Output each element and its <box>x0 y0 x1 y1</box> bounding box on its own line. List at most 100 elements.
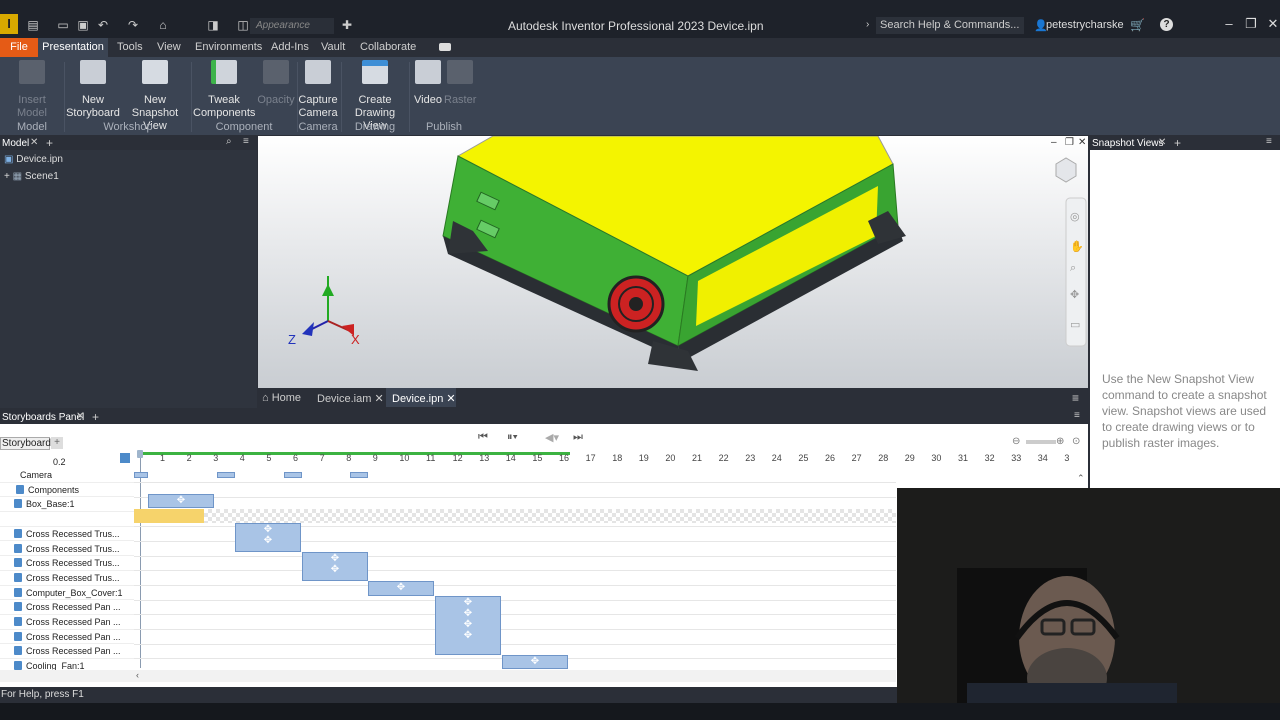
tree-item-scene1[interactable]: + ▦ Scene1 <box>4 171 59 182</box>
horizontal-scrollbar[interactable] <box>0 670 896 682</box>
track-row-label[interactable]: Cross Recessed Trus... <box>0 556 134 571</box>
scroll-left-icon[interactable]: ‹ <box>136 670 139 680</box>
action-bar[interactable]: ✥ ✥ ✥ ✥ <box>435 596 501 655</box>
tab-presentation[interactable]: Presentation <box>38 38 108 57</box>
close-icon[interactable]: ✕ <box>446 393 455 405</box>
plus-icon[interactable]: ✚ <box>340 18 354 32</box>
restore-icon[interactable]: ❐ <box>1065 137 1074 148</box>
tab-vault[interactable]: Vault <box>321 41 345 53</box>
graphics-viewport[interactable]: X Z – ❐ ✕ ◎ ✋ ⌕ ✥ ▭ <box>258 136 1088 388</box>
menu-icon[interactable]: ≡ <box>1266 136 1272 147</box>
close-icon[interactable]: ✕ <box>374 393 383 405</box>
track-row-label[interactable]: Computer_Box_Cover:1 <box>0 586 134 601</box>
return-icon[interactable]: ◨ <box>206 18 220 32</box>
go-to-start-icon[interactable]: ⏮ <box>478 431 488 444</box>
app-logo[interactable]: I <box>0 14 18 34</box>
tab-device-iam[interactable]: Device.iam ✕ <box>317 392 384 405</box>
orbit-icon[interactable]: ✥ <box>1070 288 1079 301</box>
track-row-label[interactable]: Cross Recessed Trus... <box>0 527 134 542</box>
video-button[interactable]: Video <box>412 60 444 107</box>
camera-action-bar[interactable] <box>350 472 368 478</box>
tab-add-ins[interactable]: Add-Ins <box>271 41 309 53</box>
look-at-icon[interactable]: ▭ <box>1070 318 1080 331</box>
tab-environments[interactable]: Environments <box>195 41 262 53</box>
user-name[interactable]: petestrycharske <box>1046 19 1124 31</box>
action-bar[interactable]: ✥ <box>148 494 214 508</box>
opacity-button[interactable]: Opacity <box>256 60 296 107</box>
zoom-fit-icon[interactable]: ⊙ <box>1072 436 1080 447</box>
track-row-label[interactable]: Cross Recessed Trus... <box>0 542 134 557</box>
tab-collaborate[interactable]: Collaborate <box>360 41 416 53</box>
capture-camera-button[interactable]: Capture Camera <box>298 60 338 120</box>
action-bar[interactable]: ✥ ✥ <box>302 552 368 581</box>
camera-action-bar[interactable] <box>134 472 148 478</box>
track-row-label[interactable]: Cross Recessed Trus... <box>0 571 134 586</box>
collapse-icon[interactable]: ⌃ <box>1077 473 1085 484</box>
minimize-icon[interactable]: – <box>1051 137 1057 148</box>
help-search-input[interactable]: Search Help & Commands... <box>876 17 1024 34</box>
steering-wheel-icon[interactable]: ◎ <box>1070 210 1080 223</box>
close-icon[interactable]: ✕ <box>1158 137 1166 148</box>
play-reverse-icon[interactable]: ◀▾ <box>545 431 559 444</box>
redo-icon[interactable]: ↷ <box>126 18 140 32</box>
camera-toggle-icon[interactable] <box>439 43 451 51</box>
tab-tools[interactable]: Tools <box>117 41 143 53</box>
close-icon[interactable]: ✕ <box>1264 16 1280 32</box>
opacity-track-bar[interactable] <box>134 509 204 523</box>
track-row-label[interactable]: Components <box>0 483 134 498</box>
zoom-slider[interactable] <box>1026 440 1056 444</box>
add-panel-icon[interactable]: + <box>92 410 99 424</box>
menu-icon[interactable]: ≡ <box>1072 391 1079 405</box>
new-file-icon[interactable]: ▤ <box>26 18 40 32</box>
camera-action-bar[interactable] <box>284 472 302 478</box>
insert-model-button[interactable]: Insert Model <box>2 60 62 120</box>
close-icon[interactable]: ✕ <box>1078 137 1086 148</box>
new-storyboard-button[interactable]: New Storyboard <box>66 60 120 120</box>
go-to-end-icon[interactable]: ⏭ <box>573 431 583 444</box>
minimize-icon[interactable]: – <box>1220 16 1238 31</box>
tree-item-device-ipn[interactable]: ▣ Device.ipn <box>4 154 63 165</box>
track-row-label[interactable] <box>0 512 134 527</box>
track-row-label[interactable]: Cross Recessed Pan ... <box>0 615 134 630</box>
pause-icon[interactable]: ⏸▾ <box>507 431 518 444</box>
tab-device-ipn[interactable]: Device.ipn ✕ <box>392 392 456 405</box>
action-bar[interactable]: ✥ ✥ <box>235 523 301 552</box>
menu-icon[interactable]: ≡ <box>1074 410 1080 421</box>
save-icon[interactable]: ▣ <box>76 18 90 32</box>
model-tab[interactable]: Model <box>2 138 29 149</box>
cart-icon[interactable]: 🛒 <box>1130 18 1145 32</box>
storyboards-panel-tab[interactable]: Storyboards Panel <box>2 412 84 423</box>
add-storyboard-icon[interactable]: + <box>51 437 63 449</box>
playhead[interactable] <box>137 450 143 458</box>
tweak-components-button[interactable]: Tweak Components <box>193 60 255 120</box>
add-panel-icon[interactable]: + <box>1174 136 1181 150</box>
track-row-label[interactable]: Cross Recessed Pan ... <box>0 600 134 615</box>
tab-home[interactable]: ⌂ Home <box>262 392 301 404</box>
select-icon[interactable]: ◫ <box>236 18 250 32</box>
snapshot-views-tab[interactable]: Snapshot Views <box>1092 138 1164 149</box>
track-row-label[interactable]: Cross Recessed Pan ... <box>0 644 134 660</box>
zoom-in-icon[interactable]: ⊕ <box>1056 436 1064 447</box>
raster-button[interactable]: Raster <box>444 60 476 107</box>
pan-icon[interactable]: ✋ <box>1070 240 1084 253</box>
open-icon[interactable]: ▭ <box>56 18 70 32</box>
help-icon[interactable]: ? <box>1160 18 1173 31</box>
undo-icon[interactable]: ↶ <box>96 18 110 32</box>
storyboard-tab[interactable]: Storyboard1 <box>0 437 56 450</box>
home-icon[interactable]: ⌂ <box>156 18 170 32</box>
chevron-right-icon[interactable]: › <box>866 19 869 30</box>
track-row-label[interactable]: Box_Base:1 <box>0 497 134 513</box>
track-row-label[interactable]: Camera <box>0 468 134 483</box>
search-icon[interactable]: ⌕ <box>226 136 232 147</box>
appearance-dropdown[interactable]: Appearance <box>250 18 334 34</box>
add-panel-icon[interactable]: + <box>46 136 53 150</box>
close-icon[interactable]: ✕ <box>76 411 84 422</box>
zoom-out-icon[interactable]: ⊖ <box>1012 436 1020 447</box>
camera-action-bar[interactable] <box>217 472 235 478</box>
timeline-options-icon[interactable] <box>120 453 130 463</box>
close-icon[interactable]: ✕ <box>30 137 38 148</box>
expand-icon[interactable]: + <box>4 171 10 182</box>
track-row-label[interactable]: Cross Recessed Pan ... <box>0 630 134 645</box>
action-bar[interactable]: ✥ <box>502 655 568 669</box>
menu-icon[interactable]: ≡ <box>243 136 249 147</box>
